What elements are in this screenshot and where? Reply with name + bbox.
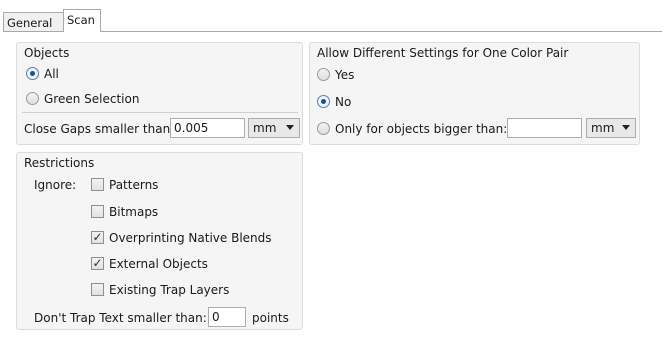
radio-green-selection-label: Green Selection xyxy=(44,92,140,106)
radio-green-selection[interactable] xyxy=(26,92,39,105)
object-size-unit-value: mm xyxy=(591,121,615,135)
radio-no[interactable] xyxy=(317,95,330,108)
radio-only-bigger-label: Only for objects bigger than: xyxy=(335,122,508,136)
radio-only-bigger[interactable] xyxy=(317,122,330,135)
dont-trap-text-label: Don't Trap Text smaller than: xyxy=(34,311,207,325)
checkmark-icon: ✓ xyxy=(92,256,103,270)
color-pair-group-title: Allow Different Settings for One Color P… xyxy=(317,46,569,60)
tab-general-label: General xyxy=(7,16,53,30)
checkbox-overprinting-native-blends[interactable]: ✓ xyxy=(91,231,104,244)
checkbox-bitmaps[interactable] xyxy=(91,205,104,218)
tab-scan-label: Scan xyxy=(67,13,95,27)
checkbox-patterns[interactable] xyxy=(91,178,104,191)
checkmark-icon: ✓ xyxy=(92,230,103,244)
close-gaps-unit-select[interactable]: mm xyxy=(248,118,300,138)
chevron-down-icon xyxy=(286,125,294,130)
ignore-label: Ignore: xyxy=(34,178,77,192)
dont-trap-text-input[interactable] xyxy=(208,307,246,327)
checkbox-overprinting-label: Overprinting Native Blends xyxy=(109,231,272,245)
restrictions-group-title: Restrictions xyxy=(24,156,95,170)
radio-no-label: No xyxy=(335,95,352,109)
radio-yes[interactable] xyxy=(317,68,330,81)
objects-separator xyxy=(22,112,298,113)
radio-yes-label: Yes xyxy=(335,68,355,82)
object-size-input[interactable] xyxy=(507,118,582,138)
radio-all[interactable] xyxy=(26,67,39,80)
close-gaps-label: Close Gaps smaller than: xyxy=(24,122,175,136)
checkbox-existing-trap-layers-label: Existing Trap Layers xyxy=(109,283,230,297)
checkbox-existing-trap-layers[interactable] xyxy=(91,283,104,296)
objects-group-title: Objects xyxy=(24,46,70,60)
chevron-down-icon xyxy=(622,125,630,130)
checkbox-external-objects[interactable]: ✓ xyxy=(91,257,104,270)
dont-trap-text-unit: points xyxy=(252,311,289,325)
checkbox-patterns-label: Patterns xyxy=(109,178,159,192)
tab-scan[interactable]: Scan xyxy=(63,9,101,32)
tab-general[interactable]: General xyxy=(3,12,64,32)
tab-strip-border xyxy=(3,31,662,32)
checkbox-external-objects-label: External Objects xyxy=(109,257,208,271)
radio-all-label: All xyxy=(44,67,59,81)
close-gaps-unit-value: mm xyxy=(253,121,277,135)
close-gaps-input[interactable] xyxy=(170,118,245,138)
object-size-unit-select[interactable]: mm xyxy=(586,118,636,138)
checkbox-bitmaps-label: Bitmaps xyxy=(109,205,159,219)
